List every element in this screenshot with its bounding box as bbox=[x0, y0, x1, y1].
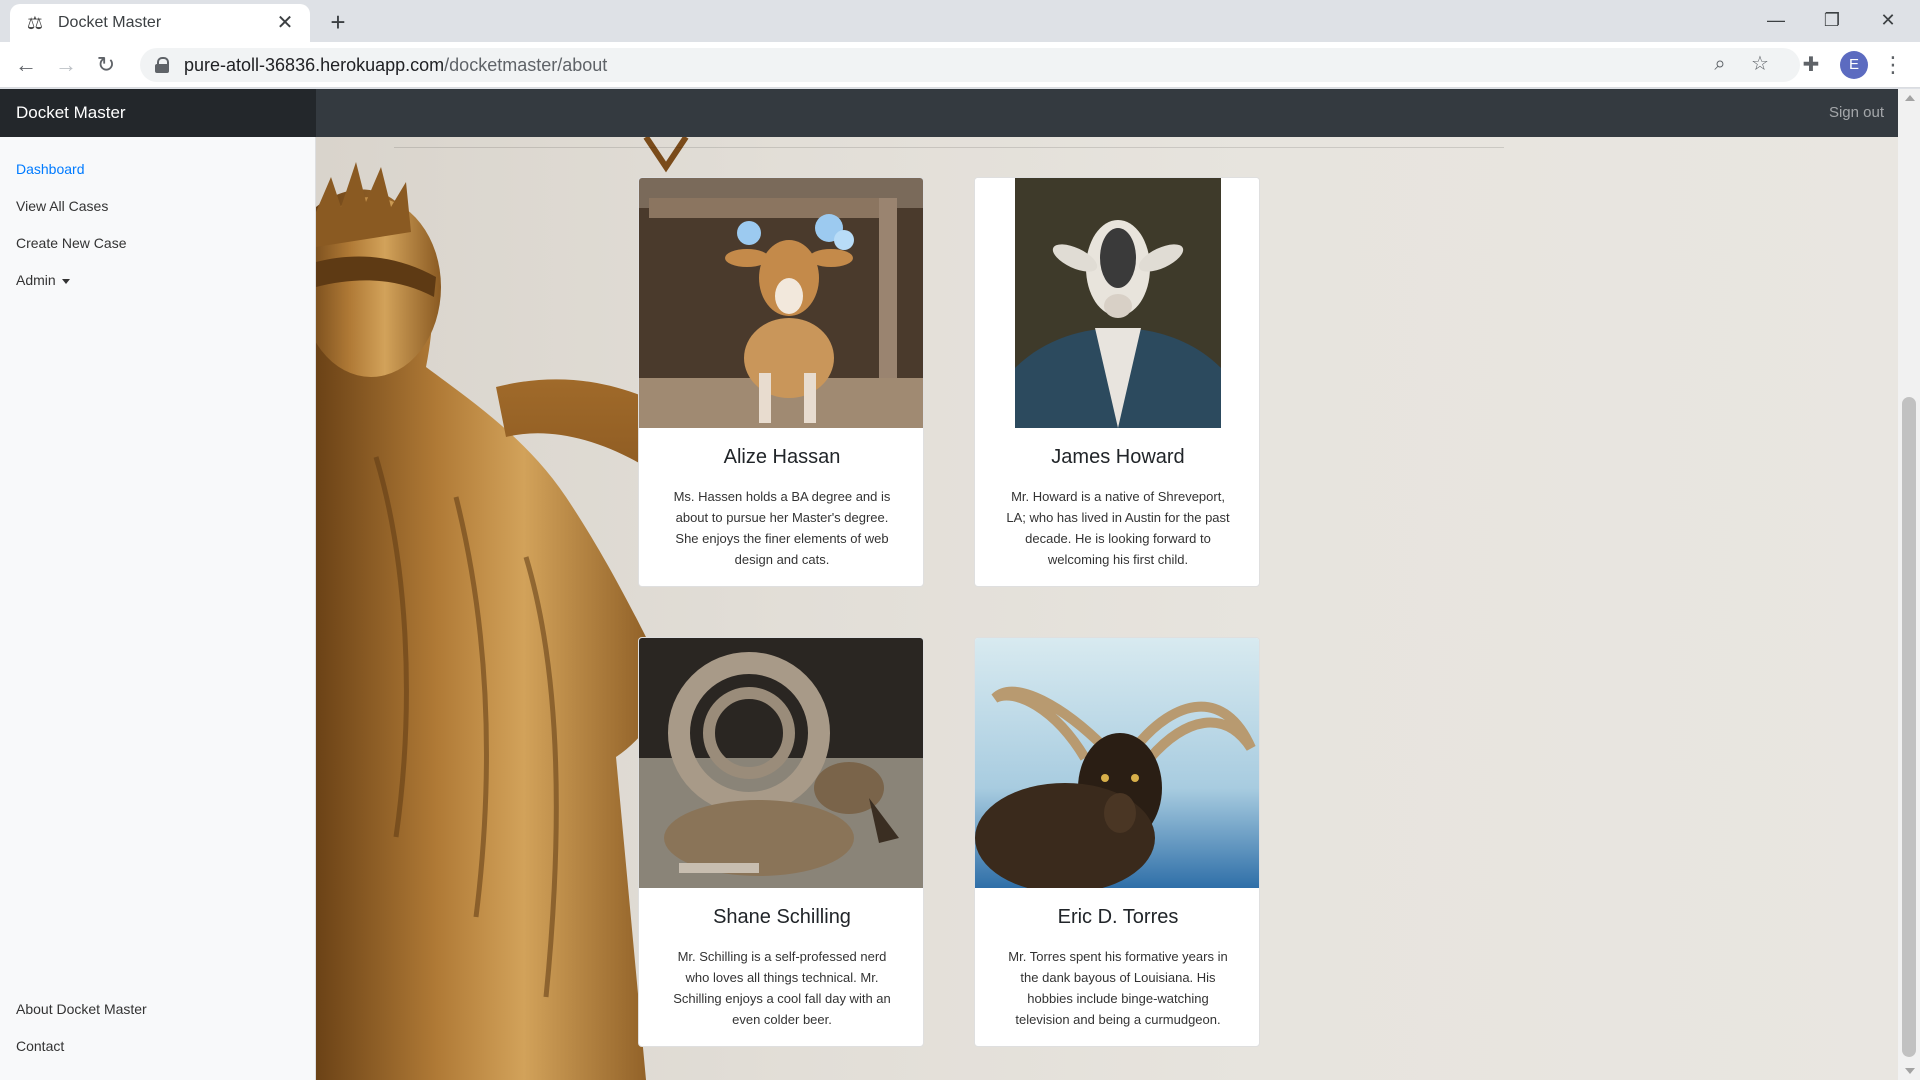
app-navbar: Docket Master Sign out bbox=[0, 89, 1898, 137]
sidebar-item-view-all-cases[interactable]: View All Cases bbox=[16, 198, 108, 214]
team-card: Eric D. Torres Mr. Torres spent his form… bbox=[974, 637, 1260, 1047]
url-path: /docketmaster/about bbox=[444, 54, 608, 75]
page-scrollbar[interactable] bbox=[1898, 89, 1920, 1080]
extensions-puzzle-icon[interactable]: ✚ bbox=[1798, 52, 1824, 78]
member-bio: Mr. Howard is a native of Shreveport, LA… bbox=[1006, 489, 1230, 567]
brand-link[interactable]: Docket Master bbox=[0, 89, 316, 137]
team-card: Shane Schilling Mr. Schilling is a self-… bbox=[638, 637, 924, 1047]
long-horned-goat-photo bbox=[975, 638, 1259, 888]
sidebar-item-dashboard[interactable]: Dashboard bbox=[16, 161, 85, 177]
scales-favicon-icon: ⚖ bbox=[26, 13, 44, 33]
page-viewport: Alize Hassan Ms. Hassen holds a BA degre… bbox=[0, 89, 1920, 1080]
forward-icon[interactable]: → bbox=[52, 51, 80, 79]
url-host: pure-atoll-36836.herokuapp.com bbox=[184, 54, 445, 75]
goat-in-suit-portrait-photo bbox=[975, 178, 1259, 428]
sidebar: Dashboard View All Cases Create New Case… bbox=[0, 137, 316, 1080]
member-name: James Howard bbox=[1051, 446, 1185, 468]
member-bio: Mr. Torres spent his formative years in … bbox=[1008, 949, 1228, 1027]
team-card: James Howard Mr. Howard is a native of S… bbox=[974, 177, 1260, 587]
browser-tab[interactable]: ⚖ Docket Master ✕ bbox=[10, 4, 310, 42]
scrollbar-thumb[interactable] bbox=[1902, 397, 1916, 1057]
sidebar-item-create-new-case[interactable]: Create New Case bbox=[16, 235, 127, 251]
close-tab-icon[interactable]: ✕ bbox=[274, 12, 296, 34]
tab-title: Docket Master bbox=[58, 14, 162, 31]
caret-down-icon bbox=[61, 278, 70, 284]
sidebar-item-admin-dropdown[interactable]: Admin bbox=[16, 272, 70, 288]
about-link[interactable]: About Docket Master bbox=[16, 1001, 147, 1017]
back-icon[interactable]: ← bbox=[12, 51, 40, 79]
minimize-icon[interactable]: — bbox=[1758, 6, 1794, 34]
member-bio: Mr. Schilling is a self-professed nerd w… bbox=[673, 949, 891, 1027]
profile-avatar[interactable]: E bbox=[1840, 51, 1868, 79]
member-name: Shane Schilling bbox=[713, 906, 851, 928]
ibex-lying-down-photo bbox=[639, 638, 923, 888]
reload-icon[interactable]: ↻ bbox=[92, 51, 120, 79]
contact-link[interactable]: Contact bbox=[16, 1038, 64, 1054]
zoom-icon[interactable]: ⌕ bbox=[1708, 52, 1732, 76]
browser-menu-icon[interactable]: ⋮ bbox=[1882, 51, 1904, 79]
team-card: Alize Hassan Ms. Hassen holds a BA degre… bbox=[638, 177, 924, 587]
address-bar[interactable]: pure-atoll-36836.herokuapp.com/docketmas… bbox=[140, 48, 1800, 82]
member-name: Alize Hassan bbox=[723, 446, 841, 468]
member-name: Eric D. Torres bbox=[1057, 906, 1179, 928]
goat-with-flowers-photo bbox=[639, 178, 923, 428]
new-tab-icon[interactable]: + bbox=[324, 8, 352, 36]
page-divider bbox=[394, 147, 1504, 148]
scroll-up-arrow-icon[interactable] bbox=[1905, 95, 1915, 101]
member-bio: Ms. Hassen holds a BA degree and is abou… bbox=[673, 489, 891, 567]
close-window-icon[interactable]: ✕ bbox=[1870, 6, 1906, 34]
main-content: Alize Hassan Ms. Hassen holds a BA degre… bbox=[316, 137, 1898, 1080]
scroll-down-arrow-icon[interactable] bbox=[1905, 1068, 1915, 1074]
restore-icon[interactable]: ❐ bbox=[1814, 6, 1850, 34]
bookmark-star-icon[interactable]: ☆ bbox=[1748, 52, 1772, 76]
sidebar-item-label: Admin bbox=[16, 272, 56, 288]
browser-toolbar: ← → ↻ pure-atoll-36836.herokuapp.com/doc… bbox=[0, 42, 1920, 88]
sign-out-link[interactable]: Sign out bbox=[1829, 89, 1884, 137]
browser-tabstrip: ⚖ Docket Master ✕ + — ❐ ✕ bbox=[0, 0, 1920, 42]
lock-icon[interactable] bbox=[154, 57, 170, 73]
